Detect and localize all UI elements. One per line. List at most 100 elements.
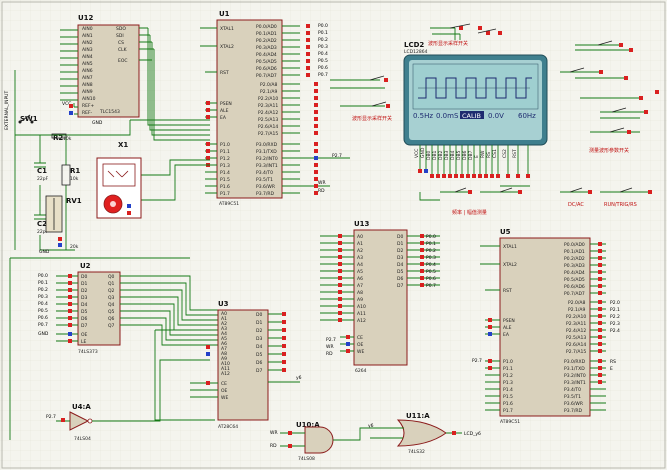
svg-text:DB3: DB3 xyxy=(444,150,450,160)
svg-text:P0.0: P0.0 xyxy=(318,23,328,29)
svg-text:CE: CE xyxy=(221,381,227,387)
svg-text:D2: D2 xyxy=(81,288,87,294)
svg-text:P2.7: P2.7 xyxy=(326,337,336,343)
u4a-ref: U4:A xyxy=(72,403,91,411)
svg-text:AIN7: AIN7 xyxy=(82,75,93,81)
right-block-label: 测量波形参数开关 xyxy=(589,147,629,154)
u12-ref: U12 xyxy=(78,14,94,22)
svg-text:D4: D4 xyxy=(256,344,262,350)
svg-text:P0.6/AD6: P0.6/AD6 xyxy=(564,284,585,290)
svg-text:PSEN: PSEN xyxy=(503,318,515,324)
svg-text:DB4: DB4 xyxy=(450,150,456,160)
svg-text:P0.1: P0.1 xyxy=(426,241,436,247)
u5-part: AT89C51 xyxy=(500,419,520,425)
svg-text:XTAL2: XTAL2 xyxy=(503,262,517,268)
svg-text:ALE: ALE xyxy=(220,108,229,114)
svg-text:D6: D6 xyxy=(256,360,262,366)
x1-ref: X1 xyxy=(118,141,128,149)
svg-text:D5: D5 xyxy=(81,309,87,315)
svg-text:D4: D4 xyxy=(397,262,403,268)
svg-text:RS: RS xyxy=(486,152,492,158)
svg-text:DB2: DB2 xyxy=(438,150,444,160)
svg-text:P1.6: P1.6 xyxy=(503,401,513,407)
svg-text:A12: A12 xyxy=(357,318,366,324)
svg-text:P0.5/AD5: P0.5/AD5 xyxy=(256,59,277,65)
svg-text:P0.1: P0.1 xyxy=(318,30,328,36)
svg-text:A2: A2 xyxy=(357,248,363,254)
svg-text:D6: D6 xyxy=(397,276,403,282)
svg-text:WE: WE xyxy=(221,395,228,401)
svg-text:P0.7: P0.7 xyxy=(318,72,328,78)
u3-part: AT28C64 xyxy=(218,424,238,430)
svg-text:AIN8: AIN8 xyxy=(82,82,93,88)
svg-text:DB7: DB7 xyxy=(468,150,474,160)
svg-text:P2.3/A11: P2.3/A11 xyxy=(258,103,278,109)
svg-text:A6: A6 xyxy=(357,276,363,282)
svg-text:AIN6: AIN6 xyxy=(82,68,93,74)
svg-text:P3.3/INT1: P3.3/INT1 xyxy=(564,380,586,386)
svg-text:RS: RS xyxy=(610,359,616,365)
svg-text:P0.4: P0.4 xyxy=(38,301,48,307)
svg-text:P0.5: P0.5 xyxy=(318,58,328,64)
svg-text:P3.4/T0: P3.4/T0 xyxy=(256,170,273,176)
svg-text:E: E xyxy=(610,366,613,372)
svg-text:D3: D3 xyxy=(397,255,403,261)
svg-text:CE: CE xyxy=(357,335,363,341)
svg-text:P0.3/AD3: P0.3/AD3 xyxy=(564,263,585,269)
u4a-input-label: P2.7 xyxy=(46,414,56,420)
svg-text:P2.7: P2.7 xyxy=(332,153,342,159)
svg-text:P0.0: P0.0 xyxy=(38,273,48,279)
svg-text:EA: EA xyxy=(220,115,227,121)
svg-text:XTAL1: XTAL1 xyxy=(503,244,517,250)
svg-text:P2.2: P2.2 xyxy=(610,314,620,320)
svg-text:P0.4/AD4: P0.4/AD4 xyxy=(256,52,277,58)
svg-text:A9: A9 xyxy=(357,297,363,303)
svg-text:P0.3: P0.3 xyxy=(426,255,436,261)
svg-text:P1.3: P1.3 xyxy=(503,380,513,386)
svg-text:VCC: VCC xyxy=(414,149,420,158)
svg-text:P2.7/A15: P2.7/A15 xyxy=(258,131,278,137)
svg-text:P3.6/WR: P3.6/WR xyxy=(256,184,275,190)
svg-text:P0.4: P0.4 xyxy=(318,51,328,57)
svg-text:A5: A5 xyxy=(357,269,363,275)
u12-gnd-label: GND xyxy=(92,120,103,126)
svg-text:P3.0/RXD: P3.0/RXD xyxy=(256,142,278,148)
c1-value: 22pF xyxy=(37,176,49,182)
svg-text:D1: D1 xyxy=(256,320,262,326)
svg-text:P1.2: P1.2 xyxy=(503,373,513,379)
svg-text:P2.1/A9: P2.1/A9 xyxy=(568,307,585,313)
svg-text:RW: RW xyxy=(480,150,486,158)
u12-part: TLC1543 xyxy=(99,109,120,115)
gnd-left: GND xyxy=(39,249,50,255)
u3-y6-label: y6 xyxy=(296,375,302,381)
svg-text:P2.0/A8: P2.0/A8 xyxy=(260,82,277,88)
svg-text:P0.2/AD2: P0.2/AD2 xyxy=(564,256,585,262)
svg-text:P0.7/AD7: P0.7/AD7 xyxy=(256,73,277,79)
svg-text:A7: A7 xyxy=(357,283,363,289)
svg-text:P2.7: P2.7 xyxy=(472,358,482,364)
svg-text:P1.4: P1.4 xyxy=(220,170,230,176)
bottom-right-label-2: RUN/TRIG/RS xyxy=(604,202,637,208)
svg-text:P2.4/A12: P2.4/A12 xyxy=(258,110,278,116)
lcd-readout-time: 0.0mS xyxy=(436,112,459,120)
svg-text:EA: EA xyxy=(503,332,510,338)
svg-text:P0.3/AD3: P0.3/AD3 xyxy=(256,45,277,51)
svg-text:P1.4: P1.4 xyxy=(503,387,513,393)
svg-text:P0.5/AD5: P0.5/AD5 xyxy=(564,277,585,283)
svg-text:P0.5: P0.5 xyxy=(426,269,436,275)
c1-ref: C1 xyxy=(37,167,47,175)
svg-text:P3.2/INT0: P3.2/INT0 xyxy=(256,156,278,162)
svg-text:P3.3/INT1: P3.3/INT1 xyxy=(256,163,278,169)
svg-text:REF-: REF- xyxy=(82,110,93,116)
svg-text:A11: A11 xyxy=(357,311,366,317)
svg-text:DB5: DB5 xyxy=(456,150,462,160)
svg-text:P2.2/A10: P2.2/A10 xyxy=(258,96,278,102)
svg-text:D1: D1 xyxy=(397,241,403,247)
svg-text:P2.6/A14: P2.6/A14 xyxy=(258,124,278,130)
lcd-readout-freq: 0.5Hz xyxy=(413,112,433,120)
svg-text:P1.5: P1.5 xyxy=(503,394,513,400)
svg-text:A4: A4 xyxy=(357,262,363,268)
svg-text:P3.5/T1: P3.5/T1 xyxy=(256,177,273,183)
svg-text:P0.1/AD1: P0.1/AD1 xyxy=(564,249,585,255)
svg-text:DB1: DB1 xyxy=(432,150,438,160)
